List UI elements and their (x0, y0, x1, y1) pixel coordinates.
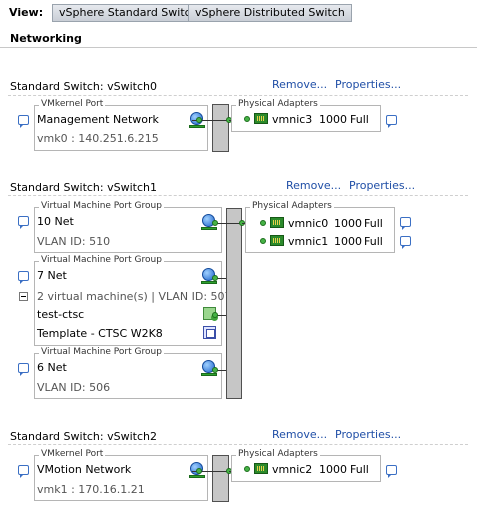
collapse-minus-icon[interactable] (19, 292, 28, 301)
vswitch2-switch-bar (212, 455, 229, 502)
port-group-detail: vmk0 : 140.251.6.215 (37, 132, 159, 145)
comment-icon[interactable] (18, 465, 29, 478)
globe-base-icon (201, 281, 217, 284)
comment-icon[interactable] (18, 216, 29, 229)
vswitch0-title: Standard Switch: vSwitch0 (10, 80, 157, 93)
port-group-detail: 2 virtual machine(s) | VLAN ID: 507 (37, 290, 232, 303)
port-group-detail: VLAN ID: 510 (37, 235, 111, 248)
vswitch1-properties-link[interactable]: Properties... (349, 179, 415, 192)
adapter-name: vmnic1 (288, 235, 329, 248)
port-group-detail: VLAN ID: 506 (37, 381, 111, 394)
adapter-duplex: Full (364, 217, 383, 230)
vswitch1-physical-adapters: Physical Adapters vmnic0 1000 Full vmnic… (245, 201, 395, 253)
port-group-name: VMotion Network (37, 463, 132, 476)
vm-item-test-ctsc[interactable]: test-ctsc (37, 308, 84, 321)
physical-adapters-legend: Physical Adapters (236, 449, 320, 459)
vswitch0-port-group: VMkernel Port Management Network vmk0 : … (34, 99, 208, 151)
adapter-duplex: Full (350, 463, 369, 476)
nic-icon (254, 463, 268, 474)
vswitch2-separator (8, 444, 468, 445)
adapter-speed: 1000 (334, 217, 362, 230)
port-group-7-net: Virtual Machine Port Group 7 Net 2 virtu… (34, 255, 232, 346)
vswitch0-physical-adapters: Physical Adapters vmnic3 1000 Full (231, 99, 381, 132)
port-group-name: 10 Net (37, 215, 74, 228)
adapter-speed: 1000 (319, 113, 347, 126)
adapter-name: vmnic3 (272, 113, 313, 126)
adapter-name: vmnic0 (288, 217, 329, 230)
comment-icon[interactable] (386, 115, 397, 128)
comment-icon[interactable] (18, 115, 29, 128)
vswitch2-physical-adapters: Physical Adapters vmnic2 1000 Full (231, 449, 381, 482)
port-group-name: 7 Net (37, 269, 67, 282)
adapter-duplex: Full (364, 235, 383, 248)
vswitch2-properties-link[interactable]: Properties... (335, 428, 401, 441)
vswitch0-separator (8, 95, 468, 96)
port-group-legend: Virtual Machine Port Group (39, 255, 164, 265)
view-label: View: (9, 6, 44, 19)
vm-item-template[interactable]: Template - CTSC W2K8 (37, 327, 163, 340)
port-group-name: Management Network (37, 113, 159, 126)
physical-adapters-legend: Physical Adapters (250, 201, 334, 211)
port-group-10-net: Virtual Machine Port Group 10 Net VLAN I… (34, 201, 222, 253)
port-group-detail: vmk1 : 170.16.1.21 (37, 483, 145, 496)
port-group-name: 6 Net (37, 361, 67, 374)
vswitch0-remove-link[interactable]: Remove... (272, 78, 327, 91)
vswitch2-title: Standard Switch: vSwitch2 (10, 430, 157, 443)
page-title: Networking (10, 32, 82, 45)
vswitch0-properties-link[interactable]: Properties... (335, 78, 401, 91)
distributed-switch-view-button[interactable]: vSphere Distributed Switch (188, 4, 352, 22)
port-group-legend: Virtual Machine Port Group (39, 347, 164, 357)
vswitch2-remove-link[interactable]: Remove... (272, 428, 327, 441)
comment-icon[interactable] (386, 465, 397, 478)
port-group-legend: VMkernel Port (39, 99, 106, 109)
vswitch1-title: Standard Switch: vSwitch1 (10, 181, 157, 194)
nic-icon (270, 217, 284, 228)
globe-base-icon (201, 373, 217, 376)
port-group-legend: Virtual Machine Port Group (39, 201, 164, 211)
port-group-6-net: Virtual Machine Port Group 6 Net VLAN ID… (34, 347, 222, 399)
physical-adapters-legend: Physical Adapters (236, 99, 320, 109)
adapter-name: vmnic2 (272, 463, 313, 476)
nic-icon (254, 113, 268, 124)
adapter-speed: 1000 (319, 463, 347, 476)
standard-switch-view-button[interactable]: vSphere Standard Switch (52, 4, 205, 22)
vswitch1-remove-link[interactable]: Remove... (286, 179, 341, 192)
globe-base-icon (189, 125, 205, 128)
globe-base-icon (201, 227, 217, 230)
port-group-legend: VMkernel Port (39, 449, 106, 459)
comment-icon[interactable] (400, 217, 411, 230)
comment-icon[interactable] (18, 363, 29, 376)
template-icon (203, 326, 216, 339)
comment-icon[interactable] (400, 236, 411, 249)
vswitch0-switch-bar (212, 104, 229, 152)
adapter-speed: 1000 (334, 235, 362, 248)
globe-base-icon (189, 475, 205, 478)
vswitch2-port-group: VMkernel Port VMotion Network vmk1 : 170… (34, 449, 208, 501)
adapter-duplex: Full (350, 113, 369, 126)
vswitch1-switch-bar (226, 208, 242, 399)
comment-icon[interactable] (18, 271, 29, 284)
vswitch1-separator (8, 195, 468, 196)
nic-icon (270, 235, 284, 246)
title-divider (0, 47, 477, 48)
